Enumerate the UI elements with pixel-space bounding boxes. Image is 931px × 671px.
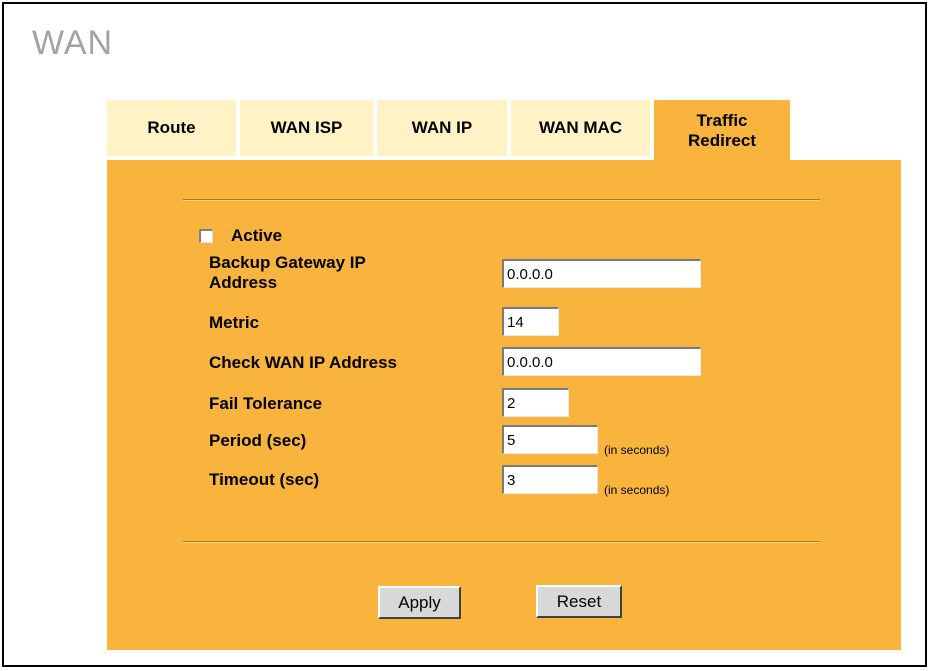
apply-button[interactable]: Apply [378, 586, 461, 619]
tab-route[interactable]: Route [107, 100, 240, 156]
active-label: Active [231, 226, 283, 245]
metric-label: Metric [209, 313, 260, 332]
timeout-input[interactable] [502, 465, 598, 494]
tab-label: Route [147, 118, 196, 137]
timeout-hint: (in seconds) [604, 483, 670, 497]
tab-label: WAN ISP [270, 118, 343, 137]
tab-label: WAN IP [411, 118, 473, 137]
timeout-label: Timeout (sec) [209, 470, 320, 489]
period-label: Period (sec) [209, 431, 307, 450]
bottom-divider [183, 541, 820, 543]
backup-gateway-input[interactable] [502, 259, 701, 288]
tab-traffic-redirect[interactable]: Traffic Redirect [654, 100, 790, 162]
tab-wan-ip[interactable]: WAN IP [377, 100, 511, 156]
period-input[interactable] [502, 425, 598, 454]
fail-tolerance-label: Fail Tolerance [209, 394, 323, 413]
tab-label: WAN MAC [538, 118, 623, 137]
check-wan-ip-input[interactable] [502, 347, 701, 376]
tab-wan-mac[interactable]: WAN MAC [511, 100, 654, 156]
backup-gateway-label-line1: Backup Gateway IP [209, 253, 366, 272]
tab-label-line1: Traffic [696, 111, 748, 131]
page-title: WAN [32, 24, 114, 62]
period-hint: (in seconds) [604, 443, 670, 457]
metric-input[interactable] [502, 307, 559, 336]
fail-tolerance-input[interactable] [502, 388, 569, 417]
top-divider [183, 199, 820, 201]
reset-button[interactable]: Reset [536, 585, 622, 618]
backup-gateway-label: Backup Gateway IP Address [209, 253, 366, 292]
active-checkbox[interactable] [199, 229, 213, 243]
check-wan-ip-label: Check WAN IP Address [209, 353, 398, 372]
backup-gateway-label-line2: Address [209, 272, 278, 292]
tab-label: Traffic Redirect [688, 111, 756, 150]
tab-label-line2: Redirect [687, 131, 757, 150]
tab-wan-isp[interactable]: WAN ISP [240, 100, 377, 156]
